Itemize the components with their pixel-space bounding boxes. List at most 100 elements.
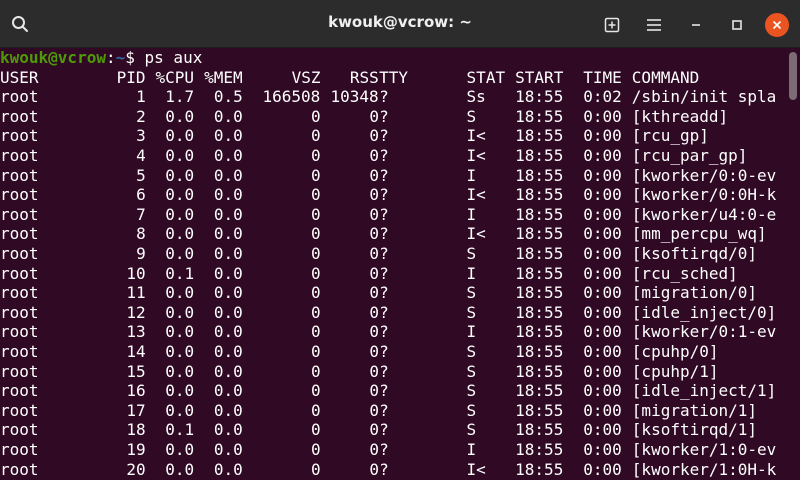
cell-mem: 0.0 xyxy=(213,342,243,361)
cell-mem: 0.0 xyxy=(213,224,243,244)
cell-stat: S xyxy=(466,106,477,126)
header-command: COMMAND xyxy=(631,67,700,87)
cell-tty: ? xyxy=(379,87,389,107)
cell-command: [idle_inject/1] xyxy=(631,381,777,401)
cell-pid: 2 xyxy=(136,106,146,126)
cell-cpu: 0.0 xyxy=(165,106,195,126)
cell-stat: S xyxy=(466,361,477,381)
cell-start: 18:55 xyxy=(515,263,564,283)
close-button[interactable] xyxy=(765,13,789,37)
cell-stat: I xyxy=(466,322,477,342)
prompt-symbol: $ xyxy=(125,48,135,67)
prompt-path: ~ xyxy=(115,48,126,67)
cell-cpu: 0.0 xyxy=(165,400,195,420)
cell-command: [ksoftirqd/0] xyxy=(631,244,758,263)
cell-cpu: 0.0 xyxy=(165,302,195,322)
cell-tty: ? xyxy=(379,302,389,322)
cell-start: 18:55 xyxy=(515,283,564,303)
cell-pid: 1 xyxy=(136,87,146,107)
cell-start: 18:55 xyxy=(515,459,564,479)
minimize-button[interactable] xyxy=(682,12,710,38)
typed-command: ps aux xyxy=(144,48,203,67)
cell-start: 18:55 xyxy=(515,106,564,126)
prompt-user-host: kwouk@vcrow xyxy=(0,48,106,67)
cell-user: root xyxy=(0,440,39,459)
header-stat: STAT xyxy=(466,67,506,87)
cell-tty: ? xyxy=(379,420,389,440)
cell-stat: I xyxy=(466,165,477,185)
scrollbar-thumb[interactable] xyxy=(789,52,797,100)
cell-time: 0:00 xyxy=(583,361,622,381)
cell-time: 0:00 xyxy=(583,263,622,283)
cell-cpu: 0.0 xyxy=(165,244,195,263)
cell-pid: 7 xyxy=(136,204,146,224)
terminal-output[interactable]: kwouk@vcrow:~$ ps aux USER PID %CPU %MEM VSZ… xyxy=(0,48,800,480)
cell-vsz: 0 xyxy=(311,322,321,342)
search-button[interactable] xyxy=(0,0,40,48)
cell-cpu: 0.0 xyxy=(165,224,195,244)
cell-command: [kworker/1:0H-k xyxy=(631,459,777,479)
header-start: START xyxy=(515,67,564,87)
cell-command: [ksoftirqd/1] xyxy=(631,420,758,440)
cell-start: 18:55 xyxy=(515,302,564,322)
cell-tty: ? xyxy=(379,106,389,126)
cell-vsz: 0 xyxy=(311,165,321,185)
cell-pid: 13 xyxy=(126,322,146,342)
cell-vsz: 0 xyxy=(311,459,321,479)
cell-stat: S xyxy=(466,342,477,361)
cell-tty: ? xyxy=(379,204,389,224)
cell-start: 18:55 xyxy=(515,420,564,440)
cell-start: 18:55 xyxy=(515,381,564,401)
header-cpu: %CPU xyxy=(155,67,195,87)
cell-vsz: 0 xyxy=(311,342,321,361)
close-icon xyxy=(772,20,782,30)
cell-tty: ? xyxy=(379,459,389,479)
cell-command: [rcu_sched] xyxy=(631,263,738,283)
search-icon xyxy=(12,16,28,32)
cell-cpu: 0.0 xyxy=(165,126,195,146)
cell-start: 18:55 xyxy=(515,322,564,342)
prompt-line: kwouk@vcrow:~$ ps aux xyxy=(0,48,202,68)
cell-tty: ? xyxy=(379,283,389,303)
cell-mem: 0.0 xyxy=(213,302,243,322)
cell-mem: 0.0 xyxy=(213,420,243,440)
header-tty: TTY xyxy=(379,67,408,87)
new-tab-button[interactable] xyxy=(598,12,626,38)
prompt-separator: : xyxy=(105,48,116,67)
cell-rss: 0 xyxy=(369,459,379,479)
cell-user: root xyxy=(0,146,39,165)
cell-start: 18:55 xyxy=(515,126,564,146)
cell-tty: ? xyxy=(379,342,389,361)
cell-cpu: 0.1 xyxy=(165,420,195,440)
menu-button[interactable] xyxy=(640,12,668,38)
cell-tty: ? xyxy=(379,146,389,165)
cell-mem: 0.0 xyxy=(213,361,243,381)
cell-start: 18:55 xyxy=(515,146,564,165)
cell-time: 0:00 xyxy=(583,224,622,244)
cell-user: root xyxy=(0,106,39,126)
cell-tty: ? xyxy=(379,381,389,401)
cell-vsz: 0 xyxy=(311,440,321,459)
maximize-button[interactable] xyxy=(723,12,751,38)
minimize-icon xyxy=(692,24,700,26)
cell-rss: 0 xyxy=(369,126,379,146)
cell-pid: 19 xyxy=(126,440,146,459)
cell-time: 0:00 xyxy=(583,440,622,459)
cell-time: 0:00 xyxy=(583,185,622,205)
cell-vsz: 0 xyxy=(311,400,321,420)
cell-cpu: 0.0 xyxy=(165,440,195,459)
cell-rss: 0 xyxy=(369,283,379,303)
cell-time: 0:00 xyxy=(583,459,622,479)
cell-rss: 0 xyxy=(369,381,379,401)
cell-tty: ? xyxy=(379,263,389,283)
cell-cpu: 1.7 xyxy=(165,87,195,107)
cell-stat: S xyxy=(466,244,477,263)
cell-mem: 0.0 xyxy=(213,165,243,185)
window-title: kwouk@vcrow: ~ xyxy=(328,13,472,31)
cell-stat: Ss xyxy=(466,87,486,107)
cell-cpu: 0.0 xyxy=(165,204,195,224)
cell-rss: 0 xyxy=(369,302,379,322)
cell-pid: 3 xyxy=(136,126,146,146)
cell-vsz: 0 xyxy=(311,146,321,165)
cell-pid: 11 xyxy=(126,283,146,303)
